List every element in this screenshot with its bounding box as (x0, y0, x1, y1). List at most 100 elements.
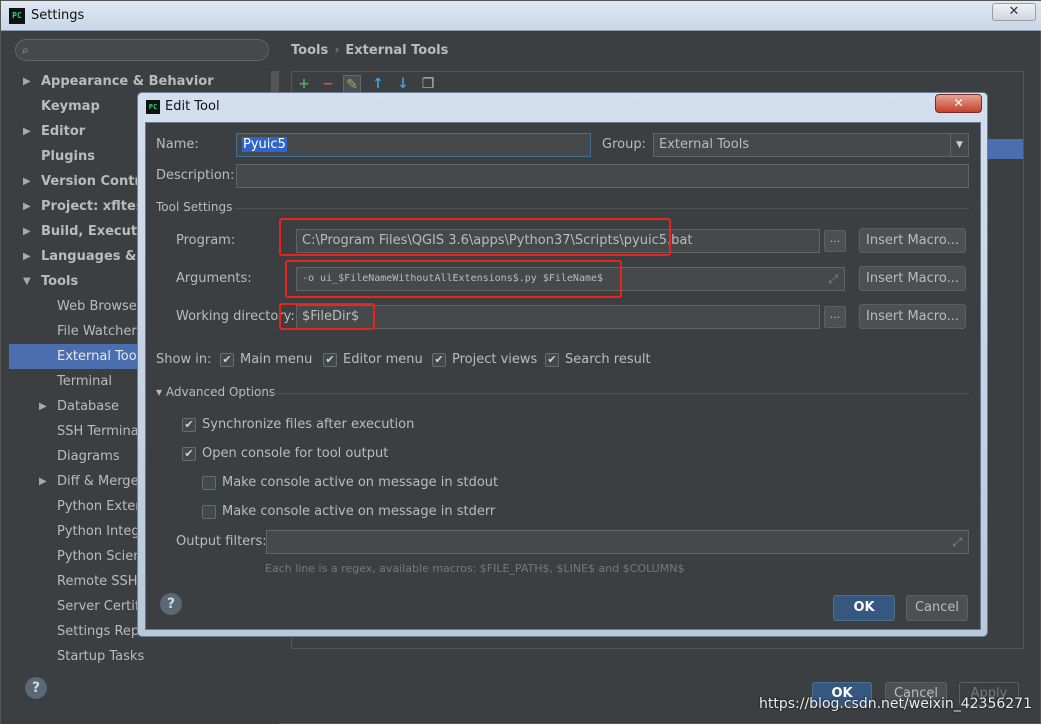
settings-close-button[interactable]: ✕ (992, 3, 1036, 21)
show-in-checkbox[interactable]: ✔ (545, 353, 559, 367)
sidebar-item-label: Appearance & Behavior (41, 74, 214, 89)
sidebar-item-label: Editor (41, 124, 86, 139)
output-filters-input[interactable]: ⤢ (266, 530, 969, 554)
sidebar-item-label: Plugins (41, 149, 95, 164)
sidebar-item-label: External Tools (57, 349, 148, 364)
sidebar-item-label: Web Browsers (57, 299, 149, 314)
description-label: Description: (156, 168, 235, 183)
sidebar-item-label: Python Extern (57, 499, 149, 514)
chevron-right-icon[interactable]: ▶ (23, 69, 31, 94)
tool-settings-divider (234, 208, 969, 209)
sidebar-item-label: Startup Tasks (57, 649, 145, 664)
group-select[interactable]: External Tools ▼ (653, 133, 969, 157)
program-browse-button[interactable]: ... (824, 230, 846, 252)
show-in-option-label: Search result (565, 352, 651, 367)
sync-files-label: Synchronize files after execution (202, 417, 415, 432)
show-in-option-label: Main menu (240, 352, 313, 367)
output-filters-label: Output filters: (176, 534, 267, 549)
sidebar-item-label: Settings Repo (57, 624, 148, 639)
chevron-right-icon[interactable]: ▶ (39, 394, 47, 419)
arguments-input[interactable]: -o ui_$FileNameWithoutAllExtensions$.py … (296, 267, 845, 291)
show-in-option-label: Editor menu (343, 352, 423, 367)
console-stdout-checkbox[interactable] (202, 476, 216, 490)
chevron-right-icon[interactable]: ▶ (23, 244, 31, 269)
settings-help-icon[interactable]: ? (25, 677, 47, 699)
move-up-icon[interactable]: ↑ (369, 75, 387, 93)
selected-tool-row[interactable] (986, 139, 1023, 159)
sidebar-item[interactable]: ▶ Appearance & Behavior (9, 69, 279, 94)
group-label: Group: (602, 137, 646, 152)
chevron-down-icon[interactable]: ▼ (950, 134, 968, 156)
dialog-titlebar: PC Edit Tool ✕ (138, 93, 987, 120)
advanced-options-toggle[interactable]: ▾ Advanced Options (156, 385, 275, 399)
console-stderr-checkbox[interactable] (202, 505, 216, 519)
sync-files-checkbox[interactable]: ✔ (182, 418, 196, 432)
program-label: Program: (176, 233, 236, 248)
open-console-label: Open console for tool output (202, 446, 389, 461)
name-label: Name: (156, 137, 199, 152)
expand-icon[interactable]: ⤢ (828, 268, 838, 290)
chevron-right-icon[interactable]: ▶ (39, 469, 47, 494)
search-icon: ⌕ (22, 43, 29, 57)
console-stdout-label: Make console active on message in stdout (222, 475, 499, 490)
sidebar-item-label: Remote SSH E (57, 574, 150, 589)
edit-tool-dialog: PC Edit Tool ✕ Name: Pyuic5 Group: Exter… (137, 92, 988, 637)
name-value: Pyuic5 (242, 137, 287, 152)
sidebar-item-label: Diagrams (57, 449, 120, 464)
show-in-checkbox[interactable]: ✔ (323, 353, 337, 367)
breadcrumb: Tools › External Tools (291, 43, 448, 58)
pycharm-app-icon: PC (9, 8, 25, 24)
settings-window-title: Settings (31, 8, 85, 23)
sidebar-item[interactable]: Startup Tasks (9, 644, 279, 669)
sidebar-item-label: Keymap (41, 99, 100, 114)
working-directory-input[interactable]: $FileDir$ (296, 305, 820, 329)
watermark: https://blog.csdn.net/weixin_42356271 (758, 696, 1032, 712)
sidebar-item-label: Database (57, 399, 120, 414)
arguments-insert-macro-button[interactable]: Insert Macro... (859, 266, 966, 291)
program-insert-macro-button[interactable]: Insert Macro... (859, 228, 966, 253)
dialog-ok-button[interactable]: OK (833, 595, 895, 621)
move-down-icon[interactable]: ↓ (394, 75, 412, 93)
dialog-title: Edit Tool (165, 99, 220, 114)
remove-icon[interactable]: − (319, 75, 337, 93)
working-directory-browse-button[interactable]: ... (824, 306, 846, 328)
working-directory-insert-macro-button[interactable]: Insert Macro... (859, 304, 966, 329)
dialog-body: Name: Pyuic5 Group: External Tools ▼ Des… (145, 122, 981, 630)
breadcrumb-tools: Tools (291, 43, 329, 58)
add-icon[interactable]: + (295, 75, 313, 93)
name-input[interactable]: Pyuic5 (236, 133, 591, 157)
chevron-right-icon[interactable]: ▶ (23, 219, 31, 244)
collapse-icon: ▾ (156, 385, 163, 399)
dialog-help-icon[interactable]: ? (160, 593, 182, 615)
show-in-checkbox[interactable]: ✔ (432, 353, 446, 367)
sidebar-item-label: Project: xfltest (41, 199, 150, 214)
chevron-down-icon[interactable]: ▼ (23, 269, 31, 294)
output-filters-hint: Each line is a regex, available macros: … (265, 562, 685, 575)
dialog-close-button[interactable]: ✕ (935, 94, 982, 113)
show-in-label: Show in: (156, 352, 212, 367)
advanced-divider (270, 393, 969, 394)
show-in-option-label: Project views (452, 352, 538, 367)
sidebar-item-label: SSH Terminal (57, 424, 143, 439)
dialog-cancel-button[interactable]: Cancel (906, 595, 968, 621)
working-directory-label: Working directory: (176, 309, 295, 324)
edit-icon[interactable]: ✎ (343, 75, 361, 93)
copy-icon[interactable]: ❐ (419, 75, 437, 93)
chevron-right-icon[interactable]: ▶ (23, 169, 31, 194)
settings-search-input[interactable]: ⌕ (15, 39, 269, 61)
chevron-right-icon[interactable]: ▶ (23, 119, 31, 144)
program-input[interactable]: C:\Program Files\QGIS 3.6\apps\Python37\… (296, 229, 820, 253)
open-console-checkbox[interactable]: ✔ (182, 447, 196, 461)
description-input[interactable] (236, 164, 969, 188)
breadcrumb-separator: › (334, 43, 340, 58)
sidebar-item-label: Python Integr (57, 524, 145, 539)
arguments-label: Arguments: (176, 271, 252, 286)
show-in-checkbox[interactable]: ✔ (220, 353, 234, 367)
sidebar-item-label: Tools (41, 274, 79, 289)
settings-titlebar: PC Settings ✕ (1, 1, 1041, 31)
chevron-right-icon[interactable]: ▶ (23, 194, 31, 219)
sidebar-item-label: Terminal (57, 374, 112, 389)
tool-settings-label: Tool Settings (156, 200, 233, 214)
expand-icon[interactable]: ⤢ (952, 531, 962, 553)
sidebar-item-label: File Watchers (57, 324, 144, 339)
